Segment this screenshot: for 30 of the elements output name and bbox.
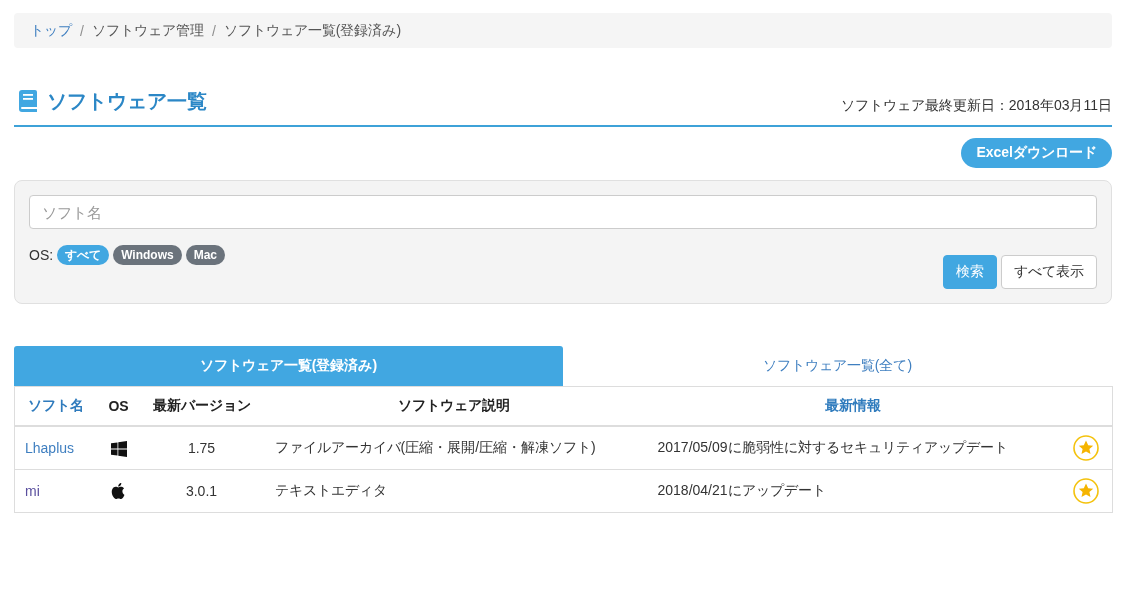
breadcrumb-separator: /: [79, 22, 85, 39]
table-cell: 1.75: [140, 426, 263, 470]
table-cell: 2018/04/21にアップデート: [645, 469, 1061, 513]
software-name-link[interactable]: Lhaplus: [25, 440, 75, 456]
os-filter-tag[interactable]: Mac: [185, 245, 226, 265]
show-all-button[interactable]: すべて表示: [1001, 255, 1097, 289]
search-field[interactable]: ソフト名: [29, 195, 1097, 229]
column-header: OS: [96, 386, 141, 426]
breadcrumb-separator: /: [210, 22, 217, 39]
book-icon: [19, 90, 37, 112]
column-header[interactable]: 最新情報: [645, 386, 1061, 426]
column-header[interactable]: ソフト名: [14, 386, 97, 426]
column-header: 最新バージョン: [140, 386, 263, 426]
table-cell: ファイルアーカイバ(圧縮・展開/圧縮・解凍ソフト): [262, 426, 646, 470]
search-button[interactable]: 検索: [943, 255, 997, 289]
column-header: ソフトウェア説明: [262, 386, 646, 426]
software-name-link[interactable]: mi: [25, 483, 40, 499]
breadcrumb-link[interactable]: トップ: [30, 21, 72, 40]
table-cell: テキストエディタ: [262, 469, 646, 513]
os-filter-tag[interactable]: すべて: [57, 245, 110, 265]
page-title: ソフトウェア一覧: [47, 89, 207, 114]
table-cell: 2017/05/09に脆弱性に対するセキュリティアップデート: [645, 426, 1061, 470]
tab[interactable]: ソフトウェア一覧(登録済み): [14, 346, 563, 386]
breadcrumb-item: ソフトウェア管理: [91, 21, 204, 40]
breadcrumb-item: ソフトウェア一覧(登録済み): [223, 21, 402, 40]
last-updated-text: ソフトウェア最終更新日：2018年03月11日: [840, 96, 1112, 115]
table-cell: 3.0.1: [140, 469, 263, 513]
os-label: OS:: [29, 247, 54, 263]
os-filter-tag[interactable]: Windows: [113, 245, 182, 265]
excel-download-button[interactable]: Excelダウンロード: [961, 138, 1112, 168]
